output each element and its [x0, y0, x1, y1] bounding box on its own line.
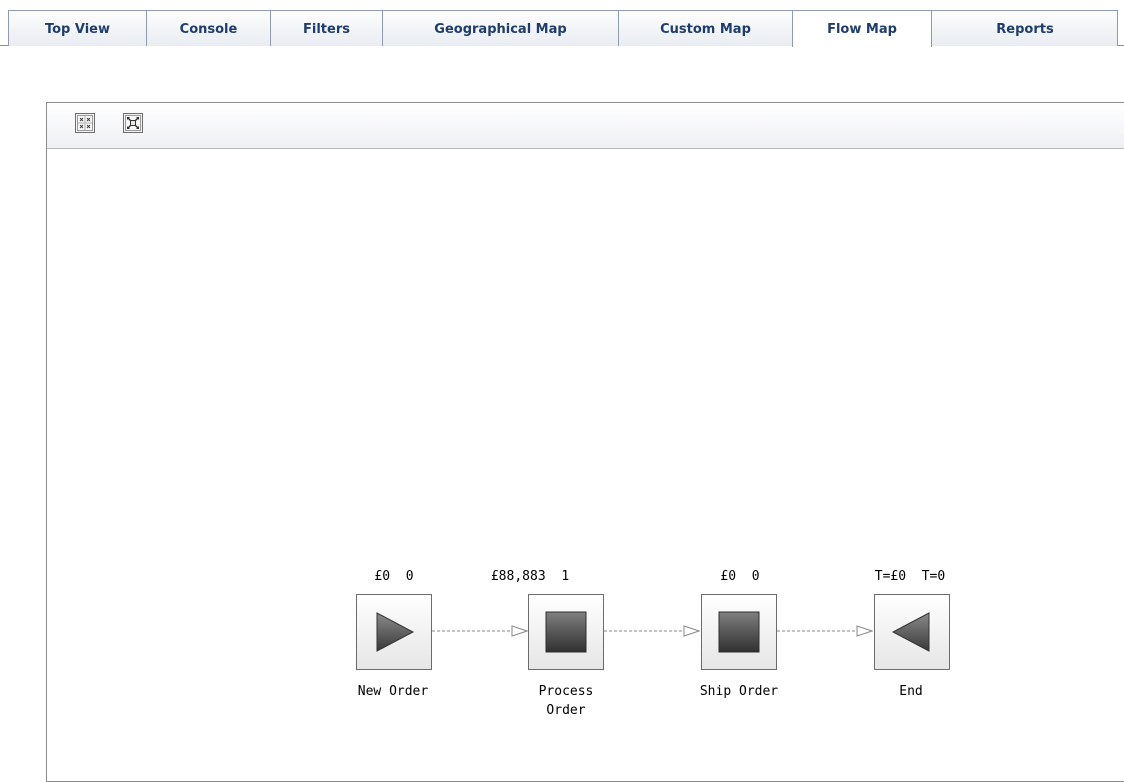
tab-console[interactable]: Console [146, 10, 270, 46]
node-label-line: Ship Order [699, 684, 779, 699]
flow-map-toolbar [47, 103, 1124, 149]
tab-reports[interactable]: Reports [932, 10, 1118, 46]
tab-custom-map[interactable]: Custom Map [618, 10, 792, 46]
node-metric-value: £0 [720, 569, 737, 584]
node-metric-count: 0 [405, 569, 414, 584]
flow-node-new-order[interactable] [356, 594, 432, 670]
tab-bar-end [1117, 10, 1118, 46]
flow-node-ship-order[interactable] [701, 594, 777, 670]
node-metrics-ship-order: £0 0 [692, 569, 788, 584]
stop-square-icon [718, 611, 760, 653]
collapse-all-button[interactable] [75, 113, 95, 133]
flow-node-end[interactable] [874, 594, 950, 670]
end-reverse-icon [891, 612, 930, 652]
node-label-line: Process [538, 684, 594, 699]
node-metric-value: £0 [374, 569, 391, 584]
tab-label: Geographical Map [434, 22, 567, 37]
flow-node-process-order[interactable] [528, 594, 604, 670]
flow-connector [777, 625, 873, 637]
tab-label: Reports [996, 22, 1054, 37]
node-label-line: Order [546, 703, 586, 718]
node-label-line: End [899, 684, 923, 699]
node-metrics-end: T=£0 T=0 [840, 569, 980, 584]
start-play-icon [376, 612, 415, 652]
expand-all-icon [125, 115, 141, 131]
tab-filters[interactable]: Filters [270, 10, 382, 46]
tab-label: Custom Map [660, 22, 751, 37]
node-metrics-new-order: £0 0 [346, 569, 442, 584]
flow-map-panel [46, 102, 1124, 782]
tab-label: Flow Map [827, 22, 897, 37]
collapse-all-icon [77, 115, 93, 131]
flow-connector [604, 625, 700, 637]
node-metric-count: 0 [751, 569, 760, 584]
tab-geographical-map[interactable]: Geographical Map [382, 10, 618, 46]
node-label-process-order: Process Order [506, 682, 626, 720]
tab-bar: Top View Console Filters Geographical Ma… [0, 0, 1124, 47]
tab-label: Top View [44, 22, 111, 37]
node-metrics-process-order: £88,883 1 [468, 569, 592, 584]
tab-top-view[interactable]: Top View [8, 10, 146, 46]
expand-all-button[interactable] [123, 113, 143, 133]
node-label-end: End [851, 682, 971, 701]
node-metric-count: 1 [561, 569, 570, 584]
node-metric-value: £88,883 [490, 569, 546, 584]
stop-square-icon [545, 611, 587, 653]
node-metric-value: T=£0 [874, 569, 907, 584]
tab-label: Console [179, 22, 238, 37]
node-metric-count: T=0 [921, 569, 946, 584]
flow-connector [432, 625, 528, 637]
node-label-line: New Order [357, 684, 429, 699]
node-label-ship-order: Ship Order [679, 682, 799, 701]
node-label-new-order: New Order [333, 682, 453, 701]
tab-label: Filters [303, 22, 350, 37]
tab-flow-map[interactable]: Flow Map [792, 10, 932, 47]
